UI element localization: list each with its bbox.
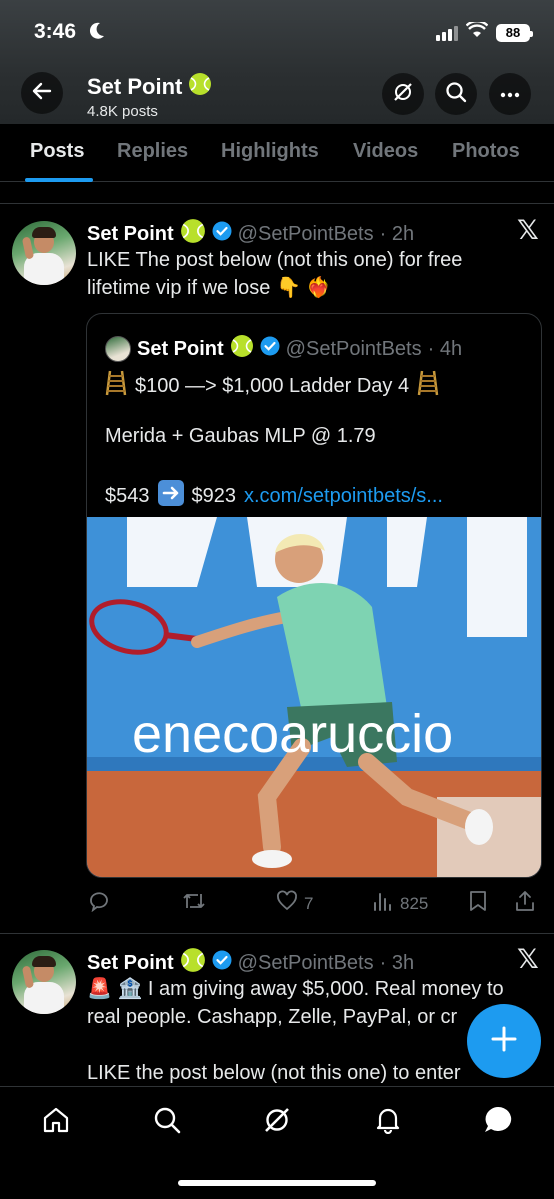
tab-replies[interactable]: Replies — [117, 140, 188, 163]
quoted-avatar — [105, 336, 131, 362]
compose-icon — [491, 1026, 517, 1057]
moon-icon — [88, 21, 106, 46]
nav-grok[interactable] — [262, 1107, 292, 1137]
signal-icon — [436, 25, 458, 41]
post-count: 4.8K posts — [87, 103, 158, 120]
bookmark-icon — [468, 890, 488, 917]
quoted-author-handle: @SetPointBets — [285, 337, 422, 360]
page-title: Set Point — [87, 74, 183, 99]
bookmark-button[interactable] — [468, 890, 488, 917]
battery-icon: 88 — [496, 23, 533, 42]
tab-photos[interactable]: Photos — [452, 140, 520, 163]
nav-explore[interactable] — [152, 1107, 182, 1137]
wifi-icon — [465, 20, 489, 43]
verified-badge-icon — [212, 221, 232, 247]
ladder-icon — [105, 370, 127, 402]
quoted-line-3: $543 $923 x.com/setpointbets/s... — [105, 480, 443, 512]
more-icon — [500, 85, 520, 103]
right-arrow-icon — [157, 480, 184, 512]
x-logo-icon: 𝕏 — [517, 944, 539, 975]
post-text: LIKE The post below (not this one) for f… — [87, 246, 537, 302]
avatar[interactable] — [12, 950, 76, 1014]
quoted-author-name: Set Point — [137, 337, 224, 360]
author-name[interactable]: Set Point — [87, 952, 174, 975]
post-text-line: 🚨 🏦 I am giving away $5,000. Real money … — [87, 978, 504, 1000]
photo-banner-text: enecoaruccio — [132, 704, 453, 764]
share-button[interactable] — [514, 890, 536, 917]
quoted-text: $100 —> $1,000 Ladder Day 4 — [135, 374, 410, 397]
nav-messages[interactable] — [483, 1105, 513, 1140]
repost-button[interactable] — [182, 890, 212, 917]
nav-home[interactable] — [41, 1107, 71, 1137]
back-button[interactable] — [21, 72, 63, 114]
status-time: 3:46 — [34, 20, 77, 43]
explore-icon — [153, 1106, 181, 1139]
reply-button[interactable] — [88, 890, 116, 917]
back-arrow-icon — [32, 81, 52, 106]
tab-posts[interactable]: Posts — [30, 140, 84, 163]
quoted-post-time: · 4h — [427, 337, 463, 360]
post-divider — [0, 933, 554, 934]
notifications-icon — [374, 1106, 402, 1139]
views-icon — [372, 890, 394, 917]
grok-icon — [392, 81, 414, 108]
views-button[interactable]: 825 — [372, 890, 428, 917]
search-button[interactable] — [435, 73, 477, 115]
avatar[interactable] — [12, 221, 76, 285]
tennis-player-photo[interactable]: enecoaruccio — [87, 517, 541, 877]
nav-notifications[interactable] — [373, 1107, 403, 1137]
x-logo-icon: 𝕏 — [517, 215, 539, 246]
profile-tabs: Posts Replies Highlights Videos Photos — [0, 124, 554, 182]
profile-header: 3:46 88 Set Point 4.8K posts — [0, 0, 554, 124]
tennis-ball-icon — [230, 334, 254, 364]
quoted-post[interactable]: Set Point @SetPointBets · 4h $100 —> $1,… — [86, 313, 542, 878]
post-actions: 7 825 — [86, 886, 542, 918]
post-text-line: LIKE The post below (not this one) for f… — [87, 249, 463, 271]
like-button[interactable]: 7 — [276, 890, 313, 917]
post-time: · 2h — [379, 222, 415, 245]
quoted-text: $543 — [105, 484, 150, 507]
messages-icon — [483, 1105, 513, 1140]
like-count: 7 — [304, 893, 314, 913]
quoted-line-2: Merida + Gaubas MLP @ 1.79 — [105, 425, 376, 447]
verified-badge-icon — [212, 950, 232, 976]
tab-videos[interactable]: Videos — [353, 140, 418, 163]
home-indicator — [178, 1180, 376, 1186]
quoted-text: $923 — [191, 484, 237, 507]
quoted-line-1: $100 —> $1,000 Ladder Day 4 — [105, 370, 439, 402]
header-title-block: Set Point 4.8K posts — [87, 72, 212, 120]
author-handle[interactable]: @SetPointBets — [238, 952, 374, 975]
status-bar: 3:46 88 — [0, 18, 554, 48]
tennis-ball-icon — [188, 72, 212, 102]
author-handle[interactable]: @SetPointBets — [238, 223, 374, 246]
ladder-icon — [417, 370, 439, 402]
quoted-link[interactable]: x.com/setpointbets/s... — [244, 485, 443, 508]
quoted-post-header: Set Point @SetPointBets · 4h — [105, 334, 462, 364]
search-icon — [445, 81, 467, 108]
verified-badge-icon — [260, 336, 280, 362]
tab-highlights[interactable]: Highlights — [221, 140, 319, 163]
grok-icon — [262, 1105, 292, 1140]
previous-post-edge — [0, 182, 554, 204]
share-icon — [514, 890, 536, 917]
reply-icon — [88, 890, 110, 917]
repost-icon — [182, 890, 206, 917]
grok-button[interactable] — [382, 73, 424, 115]
views-count: 825 — [400, 893, 429, 913]
more-button[interactable] — [489, 73, 531, 115]
post-text-line: lifetime vip if we lose 👇 ❤️‍🔥 — [87, 277, 332, 299]
battery-level: 88 — [505, 25, 521, 40]
author-name[interactable]: Set Point — [87, 223, 174, 246]
post-time: · 3h — [379, 951, 415, 974]
compose-button[interactable] — [467, 1004, 541, 1078]
like-icon — [276, 890, 298, 917]
home-icon — [42, 1106, 70, 1139]
